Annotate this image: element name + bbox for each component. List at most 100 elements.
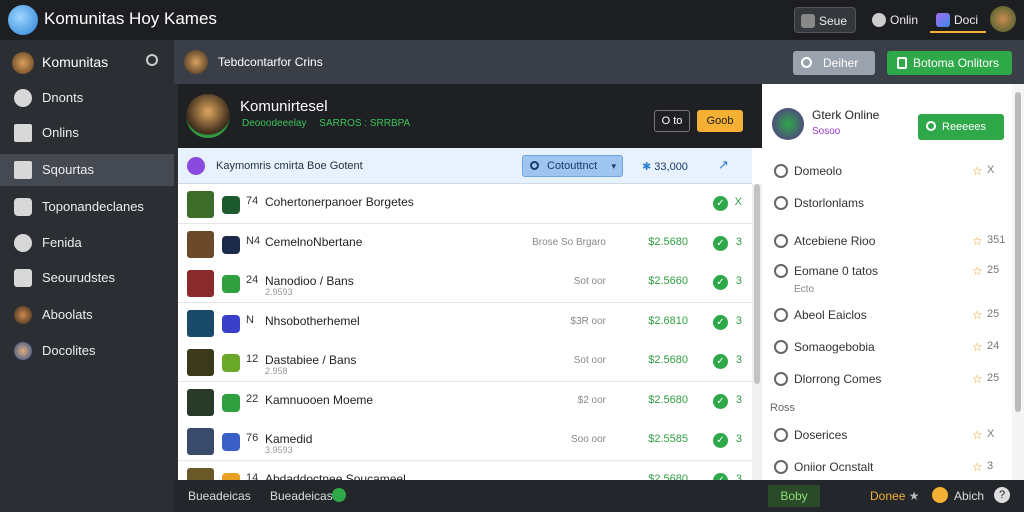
group-avatar (772, 108, 804, 140)
right-list-item[interactable]: Abeol Eaiclos ☆ 25 (762, 300, 1002, 330)
circle-icon (14, 89, 32, 107)
sidebar-item-aboolats[interactable]: Aboolats (0, 299, 174, 331)
row-number: 74 (246, 195, 259, 207)
right-panel-title: Gterk Online (812, 108, 880, 122)
row-number: 22 (246, 392, 259, 405)
sidebar-item-onlins[interactable]: Onlins (0, 117, 174, 149)
sidebar-item-label: Docolites (42, 343, 96, 358)
item-label: Dlorrong Comes (794, 372, 882, 386)
group-icon (187, 157, 205, 175)
online-button[interactable]: Onlin (866, 7, 926, 33)
row-number: 12 (246, 353, 259, 365)
main-header: Tebdcontarfor Crins Deiher Botoma Onlito… (174, 40, 1024, 84)
right-list-item[interactable]: Domeolo ☆ X (762, 156, 1002, 186)
sidebar-item-label: Dnonts (42, 90, 84, 105)
game-icon (222, 314, 240, 333)
footer-bar: Bueadeicas Bueadeicas Boby Donee ★ Abich… (174, 480, 1024, 512)
power-icon (872, 13, 886, 27)
item-note: Ecto (794, 284, 815, 295)
star-icon: ★ (908, 489, 920, 503)
scrollbar-thumb[interactable] (1015, 92, 1021, 412)
gold-button[interactable]: Goob (697, 110, 743, 132)
game-icon (222, 393, 240, 412)
check-icon: ✓ (713, 275, 728, 290)
item-value: X (987, 164, 995, 176)
sidebar-item-fenida[interactable]: Fenida (0, 227, 174, 259)
filter-dropdown[interactable]: Cotouttnct ▾ (522, 155, 623, 177)
footer-rating[interactable]: Donee ★ (870, 489, 919, 503)
search-icon[interactable] (146, 54, 158, 66)
sidebar: Komunitas Dnonts Onlins Sqourtas Toponan… (0, 40, 174, 512)
row-count: 3 (735, 433, 742, 445)
item-value: X (987, 428, 995, 440)
right-list-item[interactable]: Eomane 0 tatos ☆ 25 (762, 256, 1002, 286)
row-count: 3 (735, 314, 742, 327)
item-label: Abeol Eaiclos (794, 308, 867, 322)
chevron-down-icon: ▾ (611, 161, 616, 171)
section-label: Ross (770, 402, 796, 414)
star-icon: ☆ (972, 164, 983, 178)
row-meta: Soo oor (570, 434, 606, 445)
table-row[interactable]: 76 Kamedid 3.9593 Soo oor $2.5585 ✓ 3 (178, 421, 752, 461)
content-panel: Komunirtesel Deooodeeelay SARROS : SRRBP… (178, 84, 762, 501)
footer-item-a[interactable]: Bueadeicas (188, 489, 251, 503)
table-row[interactable]: 12 Dastabiee / Bans 2.958 Sot oor $2.5680 ✓ 3 (178, 342, 752, 382)
table-row[interactable]: N Nhsobotherhemel $3R oor $2.6810 ✓ 3 (178, 302, 752, 343)
right-list-item[interactable]: Dstorlonlams (762, 188, 1002, 218)
item-icon (774, 428, 788, 442)
trend-icon: ↗ (718, 157, 729, 172)
dock-button[interactable]: Doci (930, 7, 986, 33)
primary-button[interactable]: Botoma Onlitors (887, 51, 1012, 75)
row-count: 3 (735, 393, 742, 406)
right-list-item[interactable]: Somaogebobia ☆ 24 (762, 332, 1002, 362)
item-icon (774, 196, 788, 210)
sidebar-item-sqourtas[interactable]: Sqourtas (0, 154, 174, 186)
footer-item-b[interactable]: Bueadeicas (270, 489, 333, 503)
sidebar-item-label: Sqourtas (42, 162, 95, 177)
sidebar-item-seourudstes[interactable]: Seourudstes (0, 262, 174, 294)
game-thumbnail (187, 349, 214, 376)
row-price: $2.6810 (648, 314, 688, 327)
item-label: Atcebiene Rioo (794, 234, 876, 248)
sidebar-item-label: Onlins (42, 125, 79, 140)
scrollbar-thumb[interactable] (754, 184, 760, 384)
game-thumbnail (187, 388, 214, 416)
right-list-item[interactable]: Oniior Ocnstalt ☆ 3 (762, 452, 1002, 482)
sidebar-item-label: Seourudstes (42, 270, 115, 285)
sidebar-item-docolites[interactable]: Docolites (0, 335, 174, 367)
save-button[interactable]: Seue (794, 7, 856, 33)
secondary-button[interactable]: Deiher (793, 51, 875, 75)
user-icon (926, 121, 936, 131)
right-list-item[interactable]: Atcebiene Rioo ☆ 351 (762, 226, 1006, 256)
list-header: Kaymomris cmirta Boe Gotent Cotouttnct ▾… (178, 148, 752, 184)
right-list-item[interactable]: Doserices ☆ X (762, 420, 1002, 450)
primary-button-label: Botoma Onlitors (913, 56, 1000, 70)
right-list-item[interactable]: Dlorrong Comes ☆ 25 (762, 364, 1002, 394)
profile-header: Komunirtesel Deooodeeelay SARROS : SRRBP… (178, 84, 762, 148)
help-icon[interactable]: ? (994, 487, 1010, 503)
list-scrollbar[interactable] (752, 184, 762, 480)
toggle-button[interactable]: O to (654, 110, 690, 132)
footer-item-c[interactable]: Abich (954, 489, 984, 503)
user-avatar[interactable] (990, 6, 1016, 32)
avatar-icon (14, 342, 32, 360)
profile-status: Deooodeeelay SARROS : SRRBPA (242, 118, 410, 129)
game-thumbnail (187, 309, 214, 337)
row-name: Nhsobotherhemel (265, 313, 360, 328)
join-button-label: Reeeees (942, 121, 987, 133)
table-row[interactable]: 74 Cohertonerpanoer Borgetes ✓ X (178, 184, 752, 224)
item-value: 351 (987, 234, 1006, 246)
secondary-button-label: Deiher (823, 56, 859, 70)
sidebar-item-toponandeclanes[interactable]: Toponandeclanes (0, 191, 174, 223)
row-price: $2.5585 (648, 433, 688, 445)
game-thumbnail (187, 191, 214, 218)
row-price: $2.5660 (648, 275, 688, 287)
sidebar-item-dnonts[interactable]: Dnonts (0, 82, 174, 114)
right-scrollbar[interactable] (1012, 84, 1024, 480)
join-button[interactable]: Reeeees (918, 114, 1004, 140)
table-row[interactable]: 24 Nanodioo / Bans 2.9593 Sot oor $2.5660 ✓ 3 (178, 263, 752, 303)
row-meta: Brose So Brgaro (532, 236, 606, 248)
table-row[interactable]: N4 CemelnoNbertane Brose So Brgaro $2.5680 ✓… (178, 223, 752, 264)
check-icon: ✓ (713, 235, 728, 251)
table-row[interactable]: 22 Kamnuooen Moeme $2 oor $2.5680 ✓ 3 (178, 381, 752, 422)
